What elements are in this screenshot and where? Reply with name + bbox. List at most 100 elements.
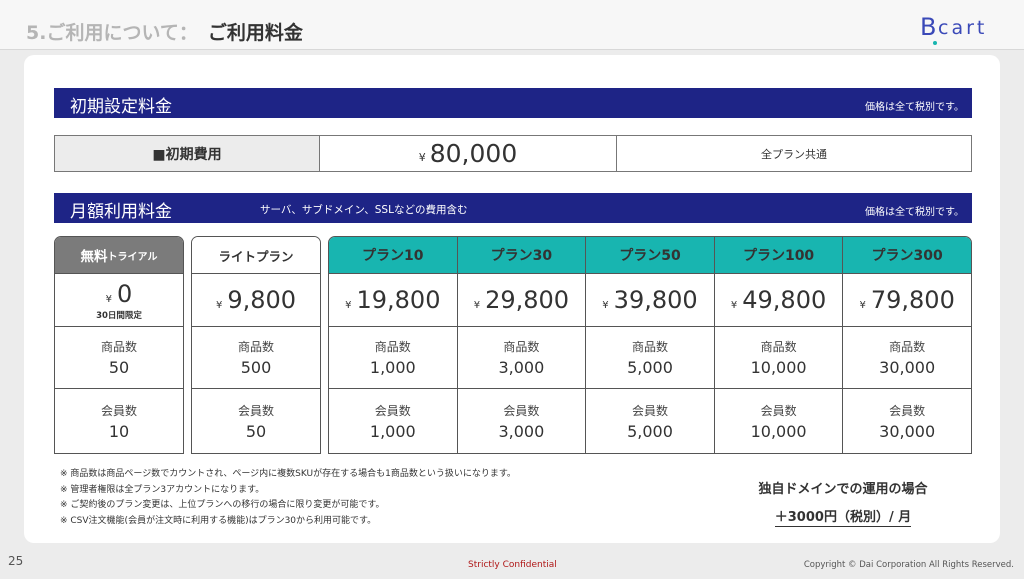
- footnote: ※ ご契約後のプラン変更は、上位プランへの移行の場合に限り変更が可能です。: [60, 500, 385, 510]
- lite-products-cell: 商品数 500: [192, 327, 320, 389]
- initial-fee-label: ■初期費用: [55, 136, 320, 171]
- trial-products-cell: 商品数 50: [55, 327, 183, 389]
- plan-price-amount: 29,800: [485, 286, 570, 314]
- trial-members-cell: 会員数 10: [55, 389, 183, 453]
- plan-products-cell: 商品数 30,000: [843, 327, 971, 389]
- paid-plans-table: プラン10 ¥19,800 商品数 1,000 会員数 1,000 プラン30 ¥2…: [328, 236, 972, 454]
- plan-products: 3,000: [498, 358, 545, 377]
- footnote: ※ CSV注文機能(会員が注文時に利用する機能)はプラン30から利用可能です。: [60, 515, 377, 526]
- plan-column-100: プラン100 ¥49,800 商品数 10,000 会員数 10,000: [714, 237, 844, 453]
- footnotes: ※ 商品数は商品ページ数でカウントされ、ページ内に複数SKUが存在する場合も1商…: [60, 467, 516, 529]
- plan-price-trial: ¥ 0 30日間限定: [55, 274, 183, 327]
- plan-price-amount: 79,800: [870, 286, 955, 314]
- plan-column-lite: ライトプラン ¥ 9,800 商品数 500 会員数 50: [191, 236, 321, 454]
- trial-members: 10: [108, 421, 130, 441]
- plan-price-lite: ¥ 9,800: [192, 274, 320, 327]
- plan-column-300: プラン300 ¥79,800 商品数 30,000 会員数 30,000: [843, 237, 971, 453]
- products-label: 商品数: [503, 340, 540, 354]
- plan-members-cell: 会員数 3,000: [458, 389, 586, 453]
- products-label: 商品数: [237, 340, 274, 354]
- plan-members: 3,000: [498, 421, 545, 441]
- lite-members: 50: [245, 421, 267, 441]
- plan-products: 30,000: [879, 358, 936, 377]
- plan-header-trial: 無料 トライアル: [55, 237, 183, 274]
- plan-products-cell: 商品数 1,000: [329, 327, 457, 389]
- products-label: 商品数: [374, 340, 411, 354]
- plan-members-cell: 会員数 1,000: [329, 389, 457, 453]
- footnote: ※ 商品数は商品ページ数でカウントされ、ページ内に複数SKUが存在する場合も1商…: [60, 469, 516, 479]
- yen-sign: ¥: [859, 300, 866, 311]
- yen-sign: ¥: [215, 300, 223, 311]
- trial-name-main: 無料: [80, 249, 108, 265]
- products-label: 商品数: [100, 340, 137, 354]
- plan-price: ¥19,800: [329, 274, 457, 327]
- trial-products: 50: [108, 358, 130, 377]
- confidential-label: Strictly Confidential: [468, 560, 557, 570]
- custom-domain-price: ＋3000円（税別）/ 月: [774, 506, 912, 527]
- plan-header: プラン300: [843, 237, 971, 274]
- plan-header: プラン50: [586, 237, 714, 274]
- logo-b: B: [920, 13, 937, 41]
- plan-price-amount: 19,800: [356, 286, 441, 314]
- page-number: 25: [8, 554, 24, 568]
- bcart-logo: B cart: [920, 13, 1002, 45]
- plan-members-cell: 会員数 30,000: [843, 389, 971, 453]
- slide-header: 5.ご利用について： ご利用料金 B cart: [0, 0, 1024, 50]
- plan-column-10: プラン10 ¥19,800 商品数 1,000 会員数 1,000: [329, 237, 458, 453]
- plan-header: プラン30: [457, 237, 586, 274]
- plan-header-lite: ライトプラン: [192, 237, 320, 274]
- logo-dot-icon: [933, 41, 937, 45]
- plan-price-amount: 49,800: [742, 286, 827, 314]
- yen-sign: ¥: [418, 151, 426, 164]
- logo-text: cart: [938, 17, 988, 39]
- initial-fee-band: 初期設定料金 価格は全て税別です。: [54, 88, 972, 118]
- custom-domain-title: 独自ドメインでの運用の場合: [758, 482, 928, 497]
- initial-fee-price: ¥ 80,000: [320, 136, 617, 171]
- section-prefix: 5.ご利用について：: [26, 22, 198, 44]
- custom-domain-info: 独自ドメインでの運用の場合 ＋3000円（税別）/ 月: [730, 478, 956, 527]
- products-label: 商品数: [889, 340, 926, 354]
- lite-members-cell: 会員数 50: [192, 389, 320, 453]
- initial-fee-note: 全プラン共通: [761, 147, 827, 161]
- initial-fee-title: 初期設定料金: [70, 97, 172, 117]
- copyright: Copyright © Dai Corporation All Rights R…: [803, 560, 1014, 570]
- plan-price: ¥49,800: [714, 274, 843, 327]
- trial-limit: 30日間限定: [96, 310, 142, 321]
- plan-products: 5,000: [627, 358, 673, 377]
- section-title: ご利用料金: [207, 22, 303, 44]
- products-label: 商品数: [760, 340, 797, 354]
- yen-sign: ¥: [602, 300, 609, 311]
- members-label: 会員数: [631, 403, 668, 418]
- trial-name-sub: トライアル: [107, 251, 158, 263]
- plan-column-trial: 無料 トライアル ¥ 0 30日間限定 商品数 50 会員数 10: [54, 236, 184, 454]
- plan-members-cell: 会員数 5,000: [586, 389, 714, 453]
- plan-price: ¥39,800: [586, 274, 714, 327]
- members-label: 会員数: [889, 403, 926, 418]
- plan-members: 30,000: [879, 421, 936, 441]
- plan-header: プラン100: [714, 237, 843, 274]
- plan-products-cell: 商品数 10,000: [714, 327, 843, 389]
- plan-members: 10,000: [750, 421, 807, 441]
- monthly-fee-title: 月額利用料金: [70, 202, 172, 222]
- plan-column-30: プラン30 ¥29,800 商品数 3,000 会員数 3,000: [457, 237, 587, 453]
- plan-members: 1,000: [369, 421, 416, 441]
- monthly-fee-band: 月額利用料金 サーバ、サブドメイン、SSLなどの費用含む 価格は全て税別です。: [54, 193, 972, 223]
- lite-price: 9,800: [227, 286, 297, 314]
- slide-title: 5.ご利用について： ご利用料金: [26, 18, 303, 45]
- members-label: 会員数: [503, 403, 540, 418]
- yen-sign: ¥: [730, 300, 738, 311]
- yen-sign: ¥: [345, 300, 352, 311]
- plan-price: ¥79,800: [843, 274, 971, 327]
- monthly-fee-subtitle: サーバ、サブドメイン、SSLなどの費用含む: [260, 204, 468, 216]
- initial-tax-note: 価格は全て税別です。: [865, 102, 964, 113]
- plan-column-50: プラン50 ¥39,800 商品数 5,000 会員数 5,000: [586, 237, 715, 453]
- initial-fee-row: ■初期費用 ¥ 80,000 全プラン共通: [54, 135, 972, 172]
- plan-products: 10,000: [750, 358, 807, 377]
- members-label: 会員数: [374, 403, 411, 418]
- plan-header: プラン10: [329, 237, 457, 274]
- members-label: 会員数: [100, 403, 137, 418]
- plan-price-amount: 39,800: [613, 286, 698, 314]
- monthly-tax-note: 価格は全て税別です。: [865, 207, 964, 218]
- yen-sign: ¥: [473, 300, 481, 311]
- plan-products-cell: 商品数 3,000: [457, 327, 586, 389]
